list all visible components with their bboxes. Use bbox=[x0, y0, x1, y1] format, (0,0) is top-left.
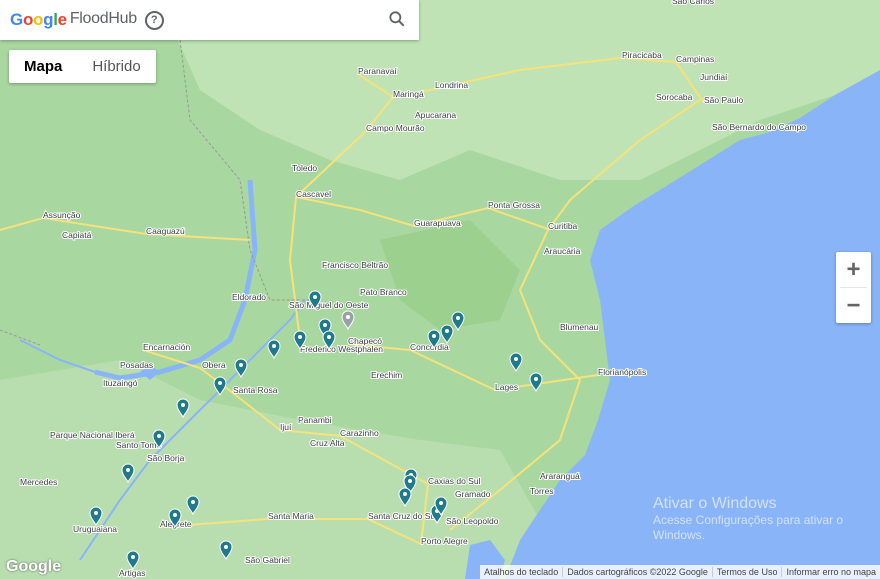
place-label: Pato Branco bbox=[360, 287, 407, 297]
place-label: São Bernardo do Campo bbox=[712, 122, 806, 132]
place-label: Gramado bbox=[455, 489, 491, 499]
place-label: Londrina bbox=[435, 80, 468, 90]
logo-letter: o bbox=[22, 10, 34, 29]
place-label: Parque Nacional Iberá bbox=[50, 430, 135, 440]
place-label: Mercedes bbox=[20, 477, 57, 487]
map-footer: Atalhos do teclado Dados cartográficos ©… bbox=[480, 565, 880, 579]
place-label: Cruz Alta bbox=[310, 438, 345, 448]
place-label: Campinas bbox=[676, 54, 714, 64]
place-label: São Leopoldo bbox=[446, 516, 499, 526]
place-label: Concórdia bbox=[410, 342, 449, 352]
place-label: Frederico Westphalen bbox=[300, 344, 383, 354]
place-label: Assunção bbox=[43, 210, 81, 220]
place-label: Lages bbox=[495, 382, 518, 392]
place-label: Maringá bbox=[393, 89, 424, 99]
product-name: FloodHub bbox=[69, 10, 137, 27]
help-icon[interactable]: ? bbox=[144, 10, 164, 30]
place-label: Santa Rosa bbox=[233, 385, 278, 395]
place-label: Posadas bbox=[120, 360, 153, 370]
report-error-link[interactable]: Informar erro no mapa bbox=[781, 567, 880, 577]
keyboard-shortcuts-link[interactable]: Atalhos do teclado bbox=[480, 567, 562, 577]
map-canvas[interactable]: São Carlos Campinas Jundiaí São Paulo São Be… bbox=[0, 0, 880, 579]
place-label: Panambi bbox=[298, 415, 332, 425]
place-label: Eldorado bbox=[232, 292, 266, 302]
map-type-map-button[interactable]: Mapa bbox=[9, 50, 77, 83]
search-icon[interactable] bbox=[387, 9, 407, 29]
place-label: Sorocaba bbox=[656, 92, 693, 102]
google-logo[interactable]: Google bbox=[6, 558, 61, 576]
place-label: Santa Maria bbox=[268, 511, 314, 521]
place-label: Artigas bbox=[119, 568, 145, 578]
watermark-subtitle: Acesse Configurações para ativar o Windo… bbox=[653, 513, 844, 542]
map-type-hybrid-button[interactable]: Híbrido bbox=[77, 50, 155, 83]
zoom-in-button[interactable]: + bbox=[836, 252, 871, 287]
zoom-control: + − bbox=[836, 252, 871, 323]
logo-letter: G bbox=[10, 10, 23, 29]
place-label: Capiatá bbox=[62, 230, 92, 240]
map-data-attribution: Dados cartográficos ©2022 Google bbox=[562, 567, 712, 577]
place-label: Piracicaba bbox=[622, 50, 662, 60]
logo-letter: o bbox=[33, 10, 44, 29]
logo-letter: g bbox=[43, 10, 54, 29]
place-label: Araranguá bbox=[540, 471, 580, 481]
place-label: Ijuí bbox=[280, 422, 292, 432]
place-label: Campo Mourão bbox=[366, 123, 425, 133]
place-label: Curitiba bbox=[548, 221, 578, 231]
place-label: Carazinho bbox=[340, 428, 379, 438]
place-label: Santa Cruz do Sul bbox=[368, 511, 437, 521]
place-label: Ituzaingó bbox=[103, 378, 138, 388]
place-label: Encarnación bbox=[143, 342, 191, 352]
place-label: São Borja bbox=[147, 453, 185, 463]
place-label: Blumenau bbox=[560, 322, 599, 332]
place-label: Obera bbox=[202, 360, 226, 370]
place-label: Erechim bbox=[371, 370, 402, 380]
place-label: Cascavel bbox=[296, 189, 331, 199]
google-floodhub-logo[interactable]: Google FloodHub bbox=[10, 10, 137, 30]
watermark-title: Ativar o Windows bbox=[653, 495, 777, 512]
windows-activation-watermark: Ativar o Windows Acesse Configurações pa… bbox=[653, 495, 863, 543]
place-label: Guarapuava bbox=[414, 218, 461, 228]
place-label: Caaguazú bbox=[146, 226, 185, 236]
place-label: Francisco Beltrão bbox=[322, 260, 388, 270]
place-label: Torres bbox=[530, 486, 554, 496]
place-label: Uruguaiana bbox=[73, 524, 117, 534]
place-label: Apucarana bbox=[415, 110, 456, 120]
zoom-out-button[interactable]: − bbox=[836, 288, 871, 323]
place-label: Ponta Grossa bbox=[488, 200, 540, 210]
place-label: São Carlos bbox=[672, 0, 714, 6]
map-type-control: Mapa Híbrido bbox=[9, 50, 156, 83]
logo-letter: e bbox=[57, 10, 67, 29]
terms-link[interactable]: Termos de Uso bbox=[711, 567, 782, 577]
place-label: Porto Alegre bbox=[421, 536, 468, 546]
place-label: São Gabriel bbox=[245, 555, 290, 565]
place-label: Caxias do Sul bbox=[428, 476, 481, 486]
place-label: São Miguel do Oeste bbox=[289, 300, 369, 310]
place-label: Paranavaí bbox=[358, 66, 397, 76]
search-bar: Google FloodHub ? bbox=[0, 0, 419, 40]
place-label: Toledo bbox=[292, 163, 317, 173]
place-label: Araucária bbox=[544, 246, 581, 256]
place-label: São Paulo bbox=[704, 95, 743, 105]
place-label: Jundiaí bbox=[700, 72, 728, 82]
place-label: Florianópolis bbox=[598, 367, 646, 377]
